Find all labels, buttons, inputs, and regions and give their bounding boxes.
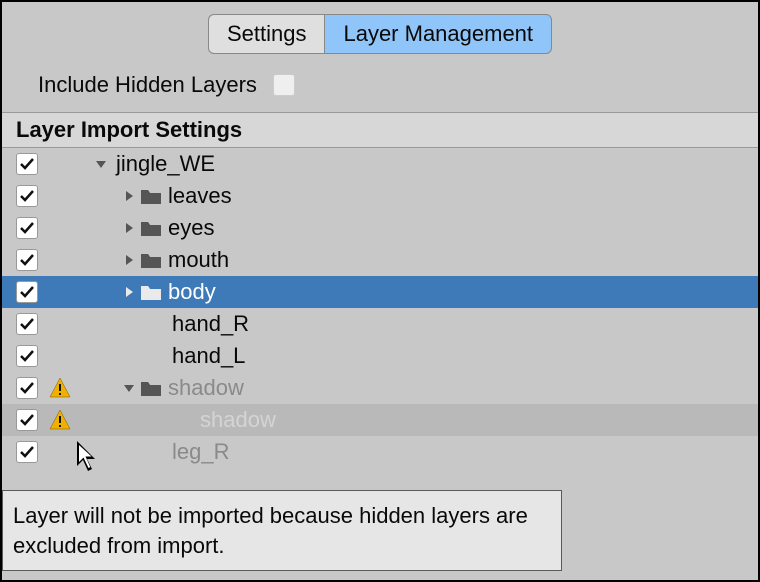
chevron-right-icon[interactable] xyxy=(122,285,140,299)
layer-row-shadow[interactable]: shadow xyxy=(2,372,758,404)
layer-row-body[interactable]: body xyxy=(2,276,758,308)
tooltip: Layer will not be imported because hidde… xyxy=(2,490,562,571)
section-header: Layer Import Settings xyxy=(2,112,758,148)
layer-label: mouth xyxy=(168,247,229,273)
folder-icon xyxy=(140,379,164,397)
warning-icon xyxy=(48,376,76,400)
layer-checkbox[interactable] xyxy=(16,217,38,239)
layer-label: shadow xyxy=(200,407,276,433)
chevron-down-icon[interactable] xyxy=(94,157,112,171)
layer-checkbox[interactable] xyxy=(16,249,38,271)
layer-label: shadow xyxy=(168,375,244,401)
include-hidden-checkbox[interactable] xyxy=(273,74,295,96)
layer-checkbox[interactable] xyxy=(16,281,38,303)
layer-checkbox[interactable] xyxy=(16,441,38,463)
layer-tree: jingle_WEleaves eyes mouth body hand_R hand_L… xyxy=(2,148,758,468)
layer-row-hand-r[interactable]: hand_R xyxy=(2,308,758,340)
layer-label: eyes xyxy=(168,215,214,241)
layer-checkbox[interactable] xyxy=(16,313,38,335)
folder-icon xyxy=(140,187,164,205)
layer-row-shadow[interactable]: shadow xyxy=(2,404,758,436)
layer-row-eyes[interactable]: eyes xyxy=(2,212,758,244)
folder-icon xyxy=(140,219,164,237)
chevron-right-icon[interactable] xyxy=(122,253,140,267)
chevron-down-icon[interactable] xyxy=(122,381,140,395)
layer-label: jingle_WE xyxy=(116,151,215,177)
layer-row-leg-r[interactable]: leg_R xyxy=(2,436,758,468)
include-hidden-label: Include Hidden Layers xyxy=(38,72,257,98)
folder-icon xyxy=(140,283,164,301)
layer-label: leg_R xyxy=(172,439,229,465)
layer-row-hand-l[interactable]: hand_L xyxy=(2,340,758,372)
folder-icon xyxy=(140,251,164,269)
layer-checkbox[interactable] xyxy=(16,345,38,367)
include-hidden-row: Include Hidden Layers xyxy=(2,64,758,112)
warning-icon xyxy=(48,408,76,432)
chevron-right-icon[interactable] xyxy=(122,221,140,235)
tab-layer-management[interactable]: Layer Management xyxy=(324,14,552,54)
layer-row-leaves[interactable]: leaves xyxy=(2,180,758,212)
layer-label: leaves xyxy=(168,183,232,209)
layer-checkbox[interactable] xyxy=(16,377,38,399)
layer-checkbox[interactable] xyxy=(16,185,38,207)
layer-row-jingle-we[interactable]: jingle_WE xyxy=(2,148,758,180)
layer-checkbox[interactable] xyxy=(16,153,38,175)
layer-label: hand_R xyxy=(172,311,249,337)
tab-settings[interactable]: Settings xyxy=(208,14,325,54)
tabs-bar: Settings Layer Management xyxy=(2,2,758,64)
layer-row-mouth[interactable]: mouth xyxy=(2,244,758,276)
layer-checkbox[interactable] xyxy=(16,409,38,431)
layer-label: hand_L xyxy=(172,343,245,369)
layer-label: body xyxy=(168,279,216,305)
chevron-right-icon[interactable] xyxy=(122,189,140,203)
